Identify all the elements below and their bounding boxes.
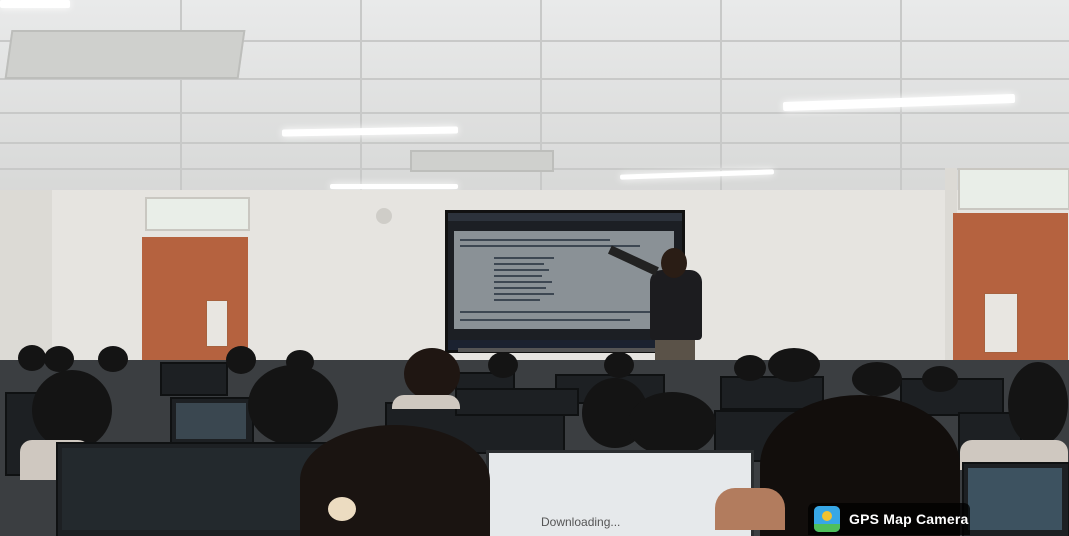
hair-clip — [328, 497, 356, 521]
presenter-torso — [650, 270, 702, 340]
student-shirt — [392, 395, 460, 409]
code-line — [460, 239, 610, 241]
student-head — [18, 345, 46, 371]
code-line — [460, 319, 630, 321]
ceiling-light — [330, 184, 458, 189]
ceiling-light — [0, 0, 70, 8]
student-head — [1008, 362, 1068, 446]
screen-content — [454, 231, 674, 329]
student-head — [628, 392, 716, 456]
badge-label: GPS Map Camera — [849, 511, 969, 527]
student-head — [226, 346, 256, 374]
monitor — [962, 462, 1069, 536]
gps-map-camera-badge: GPS Map Camera — [808, 503, 970, 535]
monitor-screen — [62, 448, 330, 530]
front-monitor-browser: Downloading... — [486, 450, 754, 536]
student-hand — [715, 488, 785, 530]
code-line — [494, 257, 554, 259]
code-line — [494, 299, 540, 301]
downloading-label: Downloading... — [541, 515, 621, 529]
ac-vent — [4, 30, 246, 79]
wall-window — [145, 197, 250, 231]
student-head — [768, 348, 820, 382]
code-line — [494, 275, 542, 277]
student-head — [44, 346, 74, 372]
code-line — [494, 269, 549, 271]
icon-ground — [814, 524, 840, 532]
monitor-screen — [968, 468, 1062, 530]
presenter-head — [661, 248, 687, 278]
student-head — [248, 365, 338, 445]
wall-pillar — [0, 190, 52, 370]
monitor — [160, 362, 228, 396]
code-line — [494, 293, 554, 295]
student-head — [404, 348, 460, 400]
door-window — [984, 293, 1018, 353]
student-head — [604, 352, 634, 378]
student-head — [852, 362, 902, 396]
ceiling-grid-line — [720, 0, 722, 195]
door-left — [142, 237, 248, 365]
monitor — [170, 397, 254, 447]
ceiling-grid-line — [0, 142, 1069, 144]
gps-map-camera-icon — [814, 506, 840, 532]
code-line — [494, 287, 546, 289]
code-line — [460, 311, 660, 313]
student-head — [98, 346, 128, 372]
ceiling-grid-line — [360, 0, 362, 195]
display-screen — [445, 210, 685, 353]
screen-stand — [458, 348, 668, 352]
foreground-student-head — [300, 425, 490, 536]
code-line — [494, 263, 544, 265]
wall-speaker — [376, 208, 392, 224]
front-monitor-code — [56, 442, 338, 536]
icon-pin — [822, 511, 832, 521]
wall-window — [958, 168, 1069, 210]
student-head — [922, 366, 958, 392]
screen-menubar — [448, 213, 682, 221]
code-line — [494, 281, 552, 283]
ac-vent — [410, 150, 554, 172]
student-head — [734, 355, 766, 381]
student-head — [488, 352, 518, 378]
classroom-photo: Downloading... GPS Map Camera — [0, 0, 1069, 536]
door-window — [206, 300, 228, 347]
monitor — [455, 388, 579, 416]
ceiling-grid-line — [0, 112, 1069, 114]
monitor-screen — [176, 403, 246, 439]
student-head — [32, 370, 112, 450]
